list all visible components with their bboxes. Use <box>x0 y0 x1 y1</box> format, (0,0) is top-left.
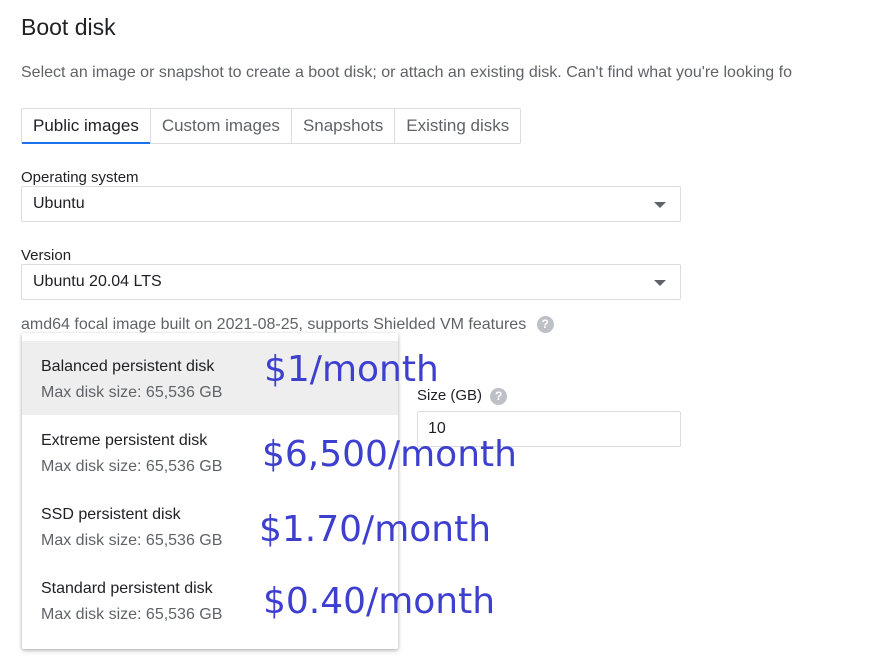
price-annotation-extreme: $6,500/month <box>262 434 517 475</box>
image-source-tabs: Public images Custom images Snapshots Ex… <box>21 108 522 144</box>
price-annotation-balanced: $1/month <box>264 349 439 390</box>
tab-public-images[interactable]: Public images <box>22 109 151 144</box>
boot-disk-page: Boot disk Select an image or snapshot to… <box>0 0 883 666</box>
help-circle-icon[interactable]: ? <box>490 387 508 405</box>
disk-option-subtitle: Max disk size: 65,536 GB <box>41 384 223 401</box>
price-annotation-ssd: $1.70/month <box>259 509 492 550</box>
chevron-down-icon <box>654 202 666 208</box>
help-circle-icon[interactable]: ? <box>536 316 554 334</box>
os-label: Operating system <box>21 169 139 186</box>
disk-option-subtitle: Max disk size: 65,536 GB <box>41 458 223 475</box>
version-label: Version <box>21 247 72 264</box>
disk-option-title: Extreme persistent disk <box>41 432 208 449</box>
tab-existing-disks[interactable]: Existing disks <box>395 109 520 143</box>
os-select[interactable]: Ubuntu <box>21 186 681 222</box>
section-title: Boot disk <box>21 14 116 40</box>
disk-option-title: Standard persistent disk <box>41 580 213 597</box>
disk-option-title: SSD persistent disk <box>41 506 181 523</box>
version-helper-label: amd64 focal image built on 2021-08-25, s… <box>21 316 527 333</box>
chevron-down-icon <box>654 280 666 286</box>
version-select-value: Ubuntu 20.04 LTS <box>33 273 162 290</box>
price-annotation-standard: $0.40/month <box>263 581 496 622</box>
version-select[interactable]: Ubuntu 20.04 LTS <box>21 264 681 300</box>
tab-snapshots[interactable]: Snapshots <box>292 109 396 143</box>
disk-option-subtitle: Max disk size: 65,536 GB <box>41 606 223 623</box>
section-description: Select an image or snapshot to create a … <box>21 64 792 81</box>
disk-option-subtitle: Max disk size: 65,536 GB <box>41 532 223 549</box>
disk-option-title: Balanced persistent disk <box>41 358 215 375</box>
tab-custom-images[interactable]: Custom images <box>151 109 292 143</box>
os-select-value: Ubuntu <box>33 195 85 212</box>
version-helper-text: amd64 focal image built on 2021-08-25, s… <box>21 316 554 334</box>
